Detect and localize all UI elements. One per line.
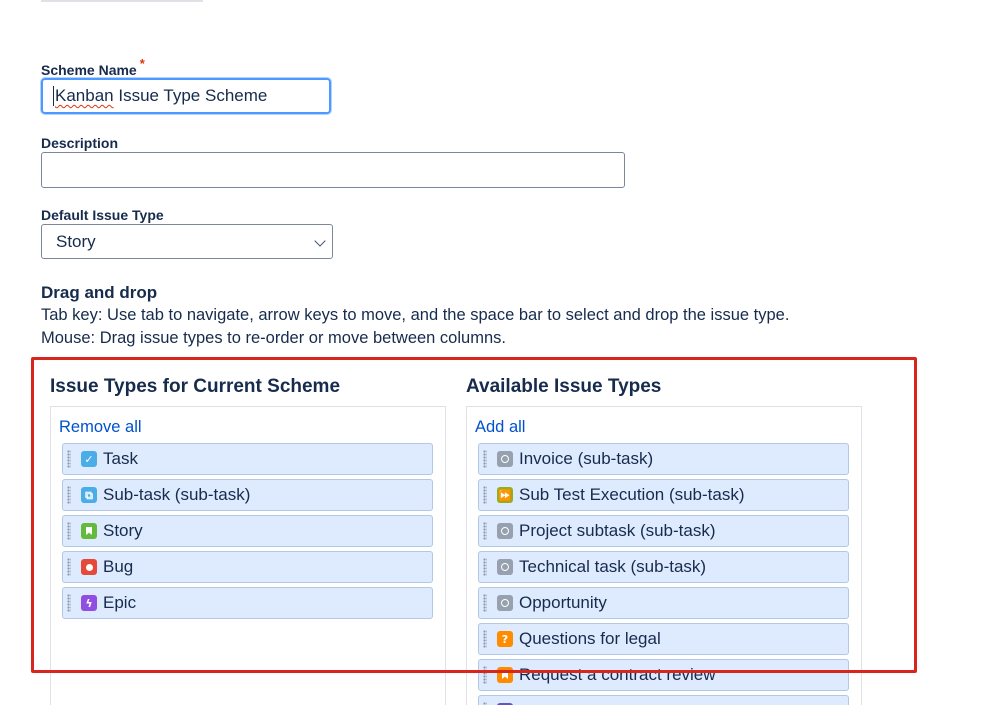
current-issue-type-item[interactable]: ✓ Task bbox=[62, 443, 433, 475]
subtask-icon: ⧉ bbox=[81, 487, 97, 503]
available-issue-type-item-label: Project subtask (sub-task) bbox=[519, 521, 716, 540]
current-issue-type-item-label: Story bbox=[103, 521, 143, 540]
add-all-link[interactable]: Add all bbox=[475, 418, 525, 437]
issue-type-scheme-page: Scheme Name * Kanban Issue Type Scheme De… bbox=[0, 0, 998, 705]
current-issue-type-item-label: Bug bbox=[103, 557, 134, 576]
available-issue-type-item[interactable]: Opportunity bbox=[478, 587, 849, 619]
description-label: Description bbox=[41, 135, 119, 151]
drag-handle-icon[interactable] bbox=[483, 558, 487, 576]
drag-drop-mouse-help: Mouse: Drag issue types to re-order or m… bbox=[41, 329, 506, 347]
default-issue-type-select[interactable]: Story bbox=[41, 224, 333, 259]
available-issue-type-item-label: Request a contract review bbox=[519, 665, 716, 684]
scheme-name-label: Scheme Name * bbox=[41, 56, 145, 78]
current-issue-type-item-label: Epic bbox=[103, 593, 137, 612]
current-issue-type-item[interactable]: ⧉ Sub-task (sub-task) bbox=[62, 479, 433, 511]
question-icon: ? bbox=[497, 631, 513, 647]
current-issue-type-item[interactable]: Bug bbox=[62, 551, 433, 583]
available-issue-type-item[interactable]: Invoice (sub-task) bbox=[478, 443, 849, 475]
current-issue-type-item[interactable]: Story bbox=[62, 515, 433, 547]
drag-handle-icon[interactable] bbox=[67, 522, 71, 540]
scheme-name-value: Issue Type Scheme bbox=[113, 86, 268, 105]
scheme-name-input[interactable]: Kanban Issue Type Scheme bbox=[41, 78, 331, 114]
default-issue-type-label: Default Issue Type bbox=[41, 207, 164, 223]
spellcheck-word: Kanban bbox=[55, 86, 114, 105]
remove-all-link[interactable]: Remove all bbox=[59, 418, 142, 437]
drag-drop-keyboard-help: Tab key: Use tab to navigate, arrow keys… bbox=[41, 306, 790, 324]
text-caret bbox=[53, 86, 54, 106]
current-issue-type-item[interactable]: ϟ Epic bbox=[62, 587, 433, 619]
drag-handle-icon[interactable] bbox=[483, 630, 487, 648]
available-issue-type-item[interactable]: ⏩ Sub Test Execution (sub-task) bbox=[478, 479, 849, 511]
available-issue-type-item-label: Questions for legal bbox=[519, 629, 661, 648]
current-issue-type-item-label: Sub-task (sub-task) bbox=[103, 485, 251, 504]
available-issue-type-item-label: Opportunity bbox=[519, 593, 607, 612]
chevron-down-icon bbox=[314, 235, 326, 247]
drag-handle-icon[interactable] bbox=[67, 558, 71, 576]
required-marker: * bbox=[139, 56, 145, 71]
drag-handle-icon[interactable] bbox=[483, 522, 487, 540]
bug-icon bbox=[81, 559, 97, 575]
top-divider bbox=[41, 0, 203, 2]
available-issue-type-item-label: Sub Test Execution (sub-task) bbox=[519, 485, 745, 504]
current-scheme-title: Issue Types for Current Scheme bbox=[50, 376, 341, 397]
available-issue-type-item[interactable]: Project subtask (sub-task) bbox=[478, 515, 849, 547]
drag-handle-icon[interactable] bbox=[483, 594, 487, 612]
generic-issue-icon bbox=[497, 595, 513, 611]
available-issue-type-item-label: Technical task (sub-task) bbox=[519, 557, 707, 576]
drag-handle-icon[interactable] bbox=[483, 666, 487, 684]
available-issue-type-item-label: Invoice (sub-task) bbox=[519, 449, 654, 468]
generic-subtask-icon bbox=[497, 523, 513, 539]
generic-subtask-icon bbox=[497, 451, 513, 467]
available-issue-type-item[interactable] bbox=[478, 695, 849, 705]
task-icon: ✓ bbox=[81, 451, 97, 467]
story-icon bbox=[81, 523, 97, 539]
current-issue-type-item-label: Task bbox=[103, 449, 138, 468]
available-issue-type-item[interactable]: ? Questions for legal bbox=[478, 623, 849, 655]
available-issue-type-item[interactable]: Request a contract review bbox=[478, 659, 849, 691]
drag-handle-icon[interactable] bbox=[67, 486, 71, 504]
available-issue-type-item[interactable]: Technical task (sub-task) bbox=[478, 551, 849, 583]
generic-subtask-icon bbox=[497, 559, 513, 575]
drag-handle-icon[interactable] bbox=[67, 450, 71, 468]
description-field[interactable] bbox=[41, 152, 625, 188]
contract-review-icon bbox=[497, 667, 513, 683]
test-execution-icon: ⏩ bbox=[497, 487, 513, 503]
drag-handle-icon[interactable] bbox=[67, 594, 71, 612]
drag-drop-title: Drag and drop bbox=[41, 283, 158, 302]
drag-handle-icon[interactable] bbox=[483, 450, 487, 468]
drag-handle-icon[interactable] bbox=[483, 486, 487, 504]
epic-icon: ϟ bbox=[81, 595, 97, 611]
available-types-title: Available Issue Types bbox=[466, 376, 662, 397]
scheme-name-label-text: Scheme Name bbox=[41, 62, 137, 78]
default-issue-type-value: Story bbox=[56, 231, 96, 251]
